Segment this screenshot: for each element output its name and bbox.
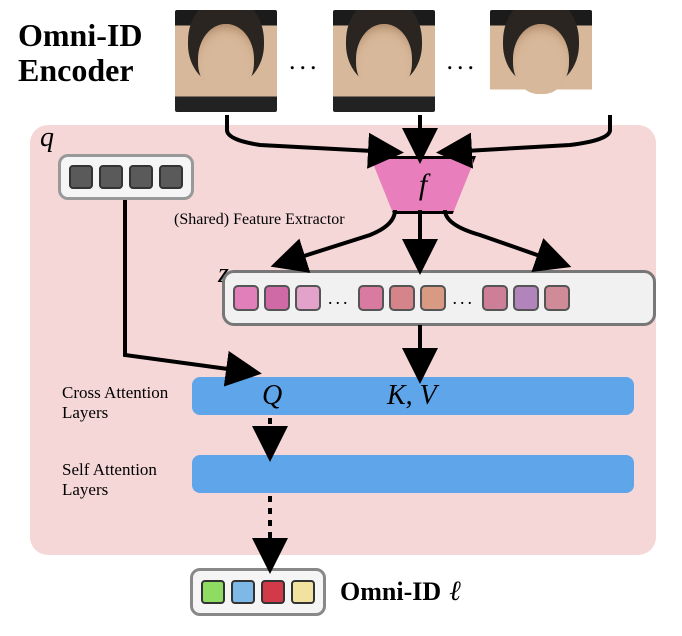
q-symbol: q [40, 122, 54, 154]
z-token [482, 285, 508, 311]
z-token [233, 285, 259, 311]
input-faces-row: ... ... [175, 10, 665, 112]
query-token [69, 165, 93, 189]
cross-Q-label: Q [262, 380, 282, 412]
z-token [358, 285, 384, 311]
z-token [544, 285, 570, 311]
z-token [513, 285, 539, 311]
z-ellipsis: ... [451, 288, 478, 309]
z-token [264, 285, 290, 311]
ellipsis-1: ... [287, 46, 323, 76]
z-token-block: ... ... [222, 270, 656, 326]
z-token [420, 285, 446, 311]
self-attention-bar [192, 455, 634, 493]
z-token [295, 285, 321, 311]
encoder-title: Omni-ID Encoder [18, 18, 142, 88]
encoder-container: q (Shared) Feature Extractor f z ... ...… [30, 125, 656, 555]
cross-attention-bar: Q K, V [192, 377, 634, 415]
z-ellipsis: ... [326, 288, 353, 309]
query-token [159, 165, 183, 189]
self-attention-label: Self AttentionLayers [62, 460, 157, 499]
output-token [291, 580, 315, 604]
query-token [129, 165, 153, 189]
ellipsis-2: ... [445, 46, 481, 76]
cross-attention-label: Cross AttentionLayers [62, 383, 168, 422]
cross-KV-label: K, V [387, 380, 437, 412]
z-token [389, 285, 415, 311]
face-image-2 [333, 10, 435, 112]
query-token [99, 165, 123, 189]
face-image-3 [490, 10, 592, 112]
output-token [201, 580, 225, 604]
ell-symbol: ℓ [449, 576, 461, 607]
output-token-block [190, 568, 326, 616]
face-image-1 [175, 10, 277, 112]
output-token [261, 580, 285, 604]
output-token [231, 580, 255, 604]
f-symbol: f [419, 168, 427, 202]
feature-extractor-label: (Shared) Feature Extractor [174, 211, 345, 229]
feature-extractor-trapezoid: f [370, 156, 476, 214]
output-label: Omni-IDℓ [340, 576, 461, 608]
query-token-block [58, 154, 194, 200]
